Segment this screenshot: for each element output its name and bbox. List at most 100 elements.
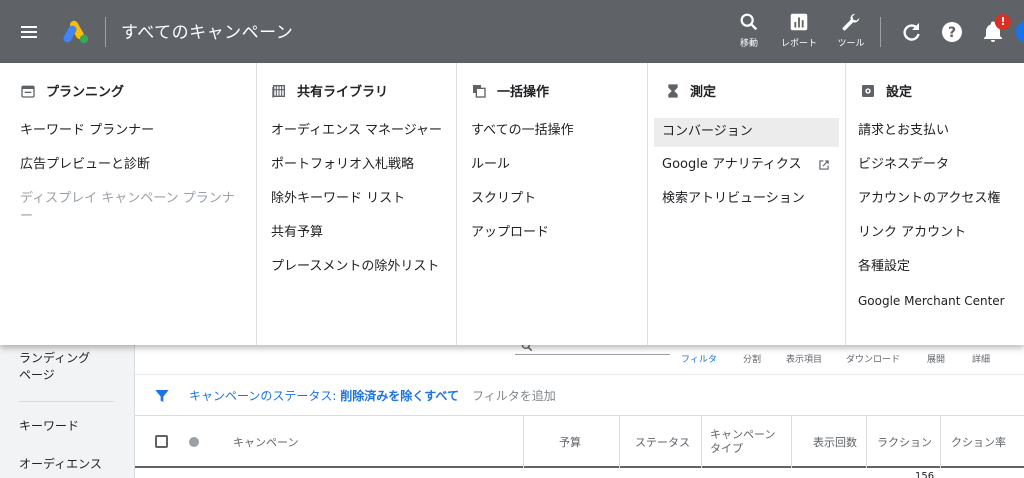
toolbar-segment-button[interactable]: 分割: [743, 352, 761, 365]
toolbar-columns-button[interactable]: 表示項目: [786, 352, 822, 365]
menu-item-account-access[interactable]: アカウントのアクセス権: [858, 190, 1000, 208]
google-analytics-label: Google アナリティクス: [662, 157, 802, 172]
menu-item-negative-keywords[interactable]: 除外キーワード リスト: [271, 190, 405, 208]
header-divider-2: [880, 17, 881, 47]
calendar-icon: [21, 85, 35, 98]
menu-item-uploads[interactable]: アップロード: [471, 224, 549, 242]
column-separator: [866, 416, 867, 468]
column-campaign-type[interactable]: キャンペーン タイプ: [710, 416, 775, 468]
filter-value: 削除済みを除くすべて: [340, 389, 459, 403]
menu-item-keyword-planner[interactable]: キーワード プランナー: [20, 122, 154, 140]
planning-column: プランニング キーワード プランナー 広告プレビューと診断 ディスプレイ キャン…: [0, 63, 257, 345]
planning-heading-label: プランニング: [46, 85, 125, 100]
menu-item-conversions[interactable]: コンバージョン: [654, 118, 839, 147]
first-row-value: 156: [915, 471, 935, 478]
menu-item-search-attribution[interactable]: 検索アトリビューション: [662, 190, 805, 208]
column-interactions[interactable]: ラクション: [877, 416, 932, 468]
menu-item-portfolio-bidding[interactable]: ポートフォリオ入札戦略: [271, 156, 414, 174]
measurement-heading-label: 測定: [690, 85, 717, 100]
menu-item-audience-manager[interactable]: オーディエンス マネージャー: [271, 122, 442, 140]
tools-menu-panel: プランニング キーワード プランナー 広告プレビューと診断 ディスプレイ キャン…: [0, 63, 1024, 345]
settings-heading: 設定: [860, 81, 912, 100]
menu-item-scripts[interactable]: スクリプト: [471, 190, 536, 208]
menu-item-ad-preview[interactable]: 広告プレビューと診断: [20, 156, 150, 174]
settings-column: 設定 請求とお支払い ビジネスデータ アカウントのアクセス権 リンク アカウント…: [846, 63, 1024, 345]
add-filter-button[interactable]: フィルタを追加: [472, 387, 556, 404]
library-grid-icon: [272, 84, 285, 98]
shared-library-column: 共有ライブラリ オーディエンス マネージャー ポートフォリオ入札戦略 除外キーワ…: [257, 63, 457, 345]
column-separator: [940, 416, 941, 468]
column-impressions[interactable]: 表示回数: [813, 416, 857, 468]
toolbar-expand-button[interactable]: 展開: [927, 352, 945, 365]
measurement-heading: 測定: [666, 81, 716, 100]
tools-button[interactable]: ツール: [829, 11, 873, 55]
column-separator: [791, 416, 792, 468]
planning-heading: プランニング: [20, 81, 124, 100]
filter-funnel-icon: [155, 390, 169, 402]
shared-library-heading: 共有ライブラリ: [271, 81, 388, 100]
wrench-icon: [842, 13, 860, 31]
measurement-column: 測定 コンバージョン Google アナリティクス 検索アトリビューション: [648, 63, 846, 345]
campaign-search-input[interactable]: [515, 340, 670, 355]
menu-icon[interactable]: [19, 22, 39, 42]
table-header: キャンペーン 予算 ステータス キャンペーン タイプ 表示回数 ラクション クシ…: [135, 416, 1024, 468]
column-campaign[interactable]: キャンペーン: [233, 416, 298, 468]
shared-library-heading-label: 共有ライブラリ: [297, 85, 389, 100]
menu-item-preferences[interactable]: 各種設定: [858, 258, 910, 276]
toolbar-filter-button[interactable]: フィルタ: [681, 352, 717, 365]
svg-text:?: ?: [948, 25, 956, 41]
column-separator: [701, 416, 702, 468]
filter-bar: キャンペーンのステータス: 削除済みを除くすべて フィルタを追加: [135, 374, 1024, 416]
reports-icon: [790, 13, 808, 31]
reports-tool-label: レポート: [780, 39, 817, 49]
active-filter-chip[interactable]: キャンペーンのステータス: 削除済みを除くすべて: [189, 387, 459, 404]
menu-item-linked-accounts[interactable]: リンク アカウント: [858, 224, 966, 242]
nav-item-landing-pages[interactable]: ランディング ページ: [19, 350, 90, 384]
filter-prefix: キャンペーンのステータス:: [189, 389, 341, 403]
toolbar-download-button[interactable]: ダウンロード: [846, 352, 900, 365]
nav-item-keywords[interactable]: キーワード: [19, 418, 79, 435]
menu-item-merchant-center[interactable]: Google Merchant Center: [858, 292, 1005, 310]
copy-stack-icon: [473, 84, 486, 98]
menu-item-all-bulk-actions[interactable]: すべての一括操作: [471, 122, 574, 140]
settings-heading-label: 設定: [886, 85, 913, 100]
reports-tool-button[interactable]: レポート: [777, 11, 821, 55]
bulk-actions-heading: 一括操作: [471, 81, 549, 100]
page-title: すべてのキャンペーン: [121, 23, 294, 43]
settings-gear-icon: [862, 84, 874, 97]
help-icon[interactable]: ?: [940, 20, 964, 44]
header-divider: [105, 17, 106, 47]
menu-item-shared-budgets[interactable]: 共有予算: [271, 224, 323, 242]
nav-item-audiences[interactable]: オーディエンス: [19, 456, 102, 473]
google-ads-logo-icon: [63, 20, 89, 44]
account-avatar[interactable]: [1016, 21, 1024, 43]
column-separator: [619, 416, 620, 468]
bulk-actions-column: 一括操作 すべての一括操作 ルール スクリプト アップロード: [457, 63, 648, 345]
menu-item-business-data[interactable]: ビジネスデータ: [858, 156, 949, 174]
bulk-actions-heading-label: 一括操作: [497, 85, 550, 100]
menu-item-placement-exclusions[interactable]: プレースメントの除外リスト: [271, 258, 439, 276]
goto-tool-button[interactable]: 移動: [727, 11, 771, 55]
open-in-new-icon: [819, 160, 829, 170]
column-budget[interactable]: 予算: [559, 416, 581, 468]
menu-item-display-planner: ディスプレイ キャンペーン プランナー: [20, 191, 235, 224]
campaigns-content: フィルタ 分割 表示項目 ダウンロード 展開 詳細 キャンペーンのステータス: …: [134, 340, 1024, 478]
column-separator: [523, 416, 524, 468]
toolbar-more-button[interactable]: 詳細: [972, 352, 990, 365]
goto-tool-label: 移動: [739, 39, 758, 49]
menu-item-rules[interactable]: ルール: [471, 156, 510, 174]
column-status[interactable]: ステータス: [635, 416, 690, 468]
tools-label: ツール: [837, 39, 865, 49]
nav-separator: [19, 401, 114, 402]
refresh-icon[interactable]: [899, 20, 923, 44]
hourglass-icon: [668, 83, 678, 98]
search-icon: [740, 13, 758, 31]
column-interaction-rate[interactable]: クション率: [951, 416, 1006, 468]
select-all-checkbox[interactable]: [155, 435, 168, 448]
menu-item-billing[interactable]: 請求とお支払い: [858, 122, 949, 140]
status-dot-icon: [189, 437, 199, 447]
menu-item-google-analytics[interactable]: Google アナリティクス: [662, 156, 832, 174]
notification-badge: !: [995, 14, 1011, 30]
top-app-bar: すべてのキャンペーン 移動 レポート ツール ? !: [0, 0, 1024, 63]
left-nav: ランディング ページ キーワード オーディエンス: [0, 345, 134, 478]
